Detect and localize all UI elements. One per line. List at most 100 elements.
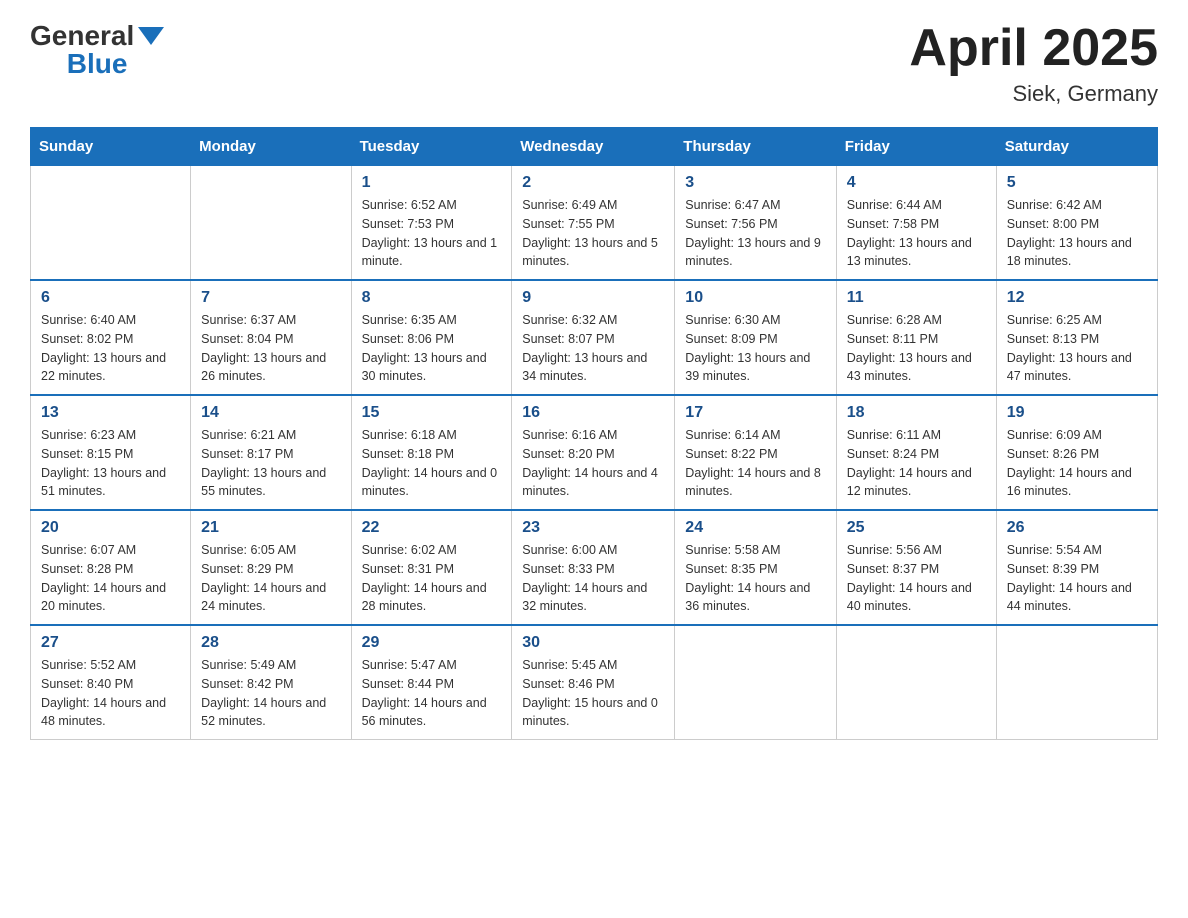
day-info: Sunrise: 5:56 AMSunset: 8:37 PMDaylight:…: [847, 541, 986, 616]
table-row: [675, 625, 836, 740]
table-row: 2 Sunrise: 6:49 AMSunset: 7:55 PMDaylight…: [512, 166, 675, 281]
table-row: 27 Sunrise: 5:52 AMSunset: 8:40 PMDayligh…: [31, 625, 191, 740]
day-number: 9: [522, 289, 664, 307]
day-number: 6: [41, 289, 180, 307]
table-row: [191, 166, 351, 281]
day-number: 24: [685, 519, 825, 537]
day-info: Sunrise: 6:49 AMSunset: 7:55 PMDaylight:…: [522, 196, 664, 271]
calendar-week-row: 27 Sunrise: 5:52 AMSunset: 8:40 PMDayligh…: [31, 625, 1158, 740]
day-info: Sunrise: 6:35 AMSunset: 8:06 PMDaylight:…: [362, 311, 502, 386]
table-row: 17 Sunrise: 6:14 AMSunset: 8:22 PMDayligh…: [675, 395, 836, 510]
day-info: Sunrise: 6:18 AMSunset: 8:18 PMDaylight:…: [362, 426, 502, 501]
day-info: Sunrise: 5:58 AMSunset: 8:35 PMDaylight:…: [685, 541, 825, 616]
day-number: 17: [685, 404, 825, 422]
table-row: [836, 625, 996, 740]
table-row: 11Sunrise: 6:28 AMSunset: 8:11 PMDayligh…: [836, 280, 996, 395]
day-info: Sunrise: 6:52 AMSunset: 7:53 PMDaylight:…: [362, 196, 502, 271]
day-number: 25: [847, 519, 986, 537]
day-info: Sunrise: 6:47 AMSunset: 7:56 PMDaylight:…: [685, 196, 825, 271]
day-number: 3: [685, 174, 825, 192]
day-info: Sunrise: 6:42 AMSunset: 8:00 PMDaylight:…: [1007, 196, 1147, 271]
table-row: 14 Sunrise: 6:21 AMSunset: 8:17 PMDayligh…: [191, 395, 351, 510]
table-row: 22 Sunrise: 6:02 AMSunset: 8:31 PMDayligh…: [351, 510, 512, 625]
day-number: 5: [1007, 174, 1147, 192]
day-info: Sunrise: 6:30 AMSunset: 8:09 PMDaylight:…: [685, 311, 825, 386]
col-tuesday: Tuesday: [351, 128, 512, 166]
day-info: Sunrise: 6:16 AMSunset: 8:20 PMDaylight:…: [522, 426, 664, 501]
day-info: Sunrise: 5:54 AMSunset: 8:39 PMDaylight:…: [1007, 541, 1147, 616]
table-row: [31, 166, 191, 281]
day-number: 21: [201, 519, 340, 537]
table-row: 12Sunrise: 6:25 AMSunset: 8:13 PMDayligh…: [996, 280, 1157, 395]
page-subtitle: Siek, Germany: [909, 81, 1158, 107]
day-number: 2: [522, 174, 664, 192]
table-row: 25 Sunrise: 5:56 AMSunset: 8:37 PMDayligh…: [836, 510, 996, 625]
title-section: April 2025 Siek, Germany: [909, 20, 1158, 107]
table-row: 21 Sunrise: 6:05 AMSunset: 8:29 PMDayligh…: [191, 510, 351, 625]
calendar-week-row: 20 Sunrise: 6:07 AMSunset: 8:28 PMDayligh…: [31, 510, 1158, 625]
table-row: 15 Sunrise: 6:18 AMSunset: 8:18 PMDayligh…: [351, 395, 512, 510]
table-row: 23Sunrise: 6:00 AMSunset: 8:33 PMDayligh…: [512, 510, 675, 625]
day-number: 22: [362, 519, 502, 537]
day-info: Sunrise: 6:14 AMSunset: 8:22 PMDaylight:…: [685, 426, 825, 501]
day-number: 10: [685, 289, 825, 307]
col-saturday: Saturday: [996, 128, 1157, 166]
day-number: 4: [847, 174, 986, 192]
table-row: 10 Sunrise: 6:30 AMSunset: 8:09 PMDayligh…: [675, 280, 836, 395]
day-number: 30: [522, 634, 664, 652]
table-row: 29Sunrise: 5:47 AMSunset: 8:44 PMDayligh…: [351, 625, 512, 740]
day-info: Sunrise: 6:07 AMSunset: 8:28 PMDaylight:…: [41, 541, 180, 616]
day-info: Sunrise: 6:40 AMSunset: 8:02 PMDaylight:…: [41, 311, 180, 386]
day-number: 29: [362, 634, 502, 652]
day-number: 27: [41, 634, 180, 652]
table-row: 20 Sunrise: 6:07 AMSunset: 8:28 PMDayligh…: [31, 510, 191, 625]
day-number: 15: [362, 404, 502, 422]
day-number: 20: [41, 519, 180, 537]
table-row: 7Sunrise: 6:37 AMSunset: 8:04 PMDaylight…: [191, 280, 351, 395]
day-number: 28: [201, 634, 340, 652]
calendar-week-row: 1Sunrise: 6:52 AMSunset: 7:53 PMDaylight…: [31, 166, 1158, 281]
day-info: Sunrise: 6:11 AMSunset: 8:24 PMDaylight:…: [847, 426, 986, 501]
day-info: Sunrise: 6:02 AMSunset: 8:31 PMDaylight:…: [362, 541, 502, 616]
day-number: 7: [201, 289, 340, 307]
page-title: April 2025: [909, 20, 1158, 77]
table-row: 19Sunrise: 6:09 AMSunset: 8:26 PMDayligh…: [996, 395, 1157, 510]
day-info: Sunrise: 5:45 AMSunset: 8:46 PMDaylight:…: [522, 656, 664, 731]
table-row: 13 Sunrise: 6:23 AMSunset: 8:15 PMDayligh…: [31, 395, 191, 510]
table-row: 5 Sunrise: 6:42 AMSunset: 8:00 PMDaylight…: [996, 166, 1157, 281]
col-friday: Friday: [836, 128, 996, 166]
table-row: 1Sunrise: 6:52 AMSunset: 7:53 PMDaylight…: [351, 166, 512, 281]
calendar-week-row: 6 Sunrise: 6:40 AMSunset: 8:02 PMDaylight…: [31, 280, 1158, 395]
col-thursday: Thursday: [675, 128, 836, 166]
table-row: 6 Sunrise: 6:40 AMSunset: 8:02 PMDaylight…: [31, 280, 191, 395]
day-info: Sunrise: 6:21 AMSunset: 8:17 PMDaylight:…: [201, 426, 340, 501]
day-info: Sunrise: 6:28 AMSunset: 8:11 PMDaylight:…: [847, 311, 986, 386]
day-number: 8: [362, 289, 502, 307]
day-number: 13: [41, 404, 180, 422]
table-row: 4Sunrise: 6:44 AMSunset: 7:58 PMDaylight…: [836, 166, 996, 281]
day-number: 18: [847, 404, 986, 422]
day-info: Sunrise: 5:52 AMSunset: 8:40 PMDaylight:…: [41, 656, 180, 731]
day-number: 26: [1007, 519, 1147, 537]
day-number: 19: [1007, 404, 1147, 422]
logo-icon: General Blue: [30, 20, 164, 80]
day-info: Sunrise: 6:32 AMSunset: 8:07 PMDaylight:…: [522, 311, 664, 386]
col-monday: Monday: [191, 128, 351, 166]
col-wednesday: Wednesday: [512, 128, 675, 166]
table-row: 9 Sunrise: 6:32 AMSunset: 8:07 PMDaylight…: [512, 280, 675, 395]
table-row: 24 Sunrise: 5:58 AMSunset: 8:35 PMDayligh…: [675, 510, 836, 625]
calendar-header-row: Sunday Monday Tuesday Wednesday Thursday…: [31, 128, 1158, 166]
table-row: 3 Sunrise: 6:47 AMSunset: 7:56 PMDaylight…: [675, 166, 836, 281]
day-info: Sunrise: 6:05 AMSunset: 8:29 PMDaylight:…: [201, 541, 340, 616]
logo: General Blue: [30, 20, 164, 80]
day-number: 14: [201, 404, 340, 422]
day-number: 16: [522, 404, 664, 422]
day-number: 23: [522, 519, 664, 537]
table-row: 30 Sunrise: 5:45 AMSunset: 8:46 PMDayligh…: [512, 625, 675, 740]
table-row: 18 Sunrise: 6:11 AMSunset: 8:24 PMDayligh…: [836, 395, 996, 510]
calendar-week-row: 13 Sunrise: 6:23 AMSunset: 8:15 PMDayligh…: [31, 395, 1158, 510]
day-info: Sunrise: 6:25 AMSunset: 8:13 PMDaylight:…: [1007, 311, 1147, 386]
logo-blue-text: Blue: [67, 48, 128, 80]
table-row: [996, 625, 1157, 740]
day-info: Sunrise: 6:23 AMSunset: 8:15 PMDaylight:…: [41, 426, 180, 501]
